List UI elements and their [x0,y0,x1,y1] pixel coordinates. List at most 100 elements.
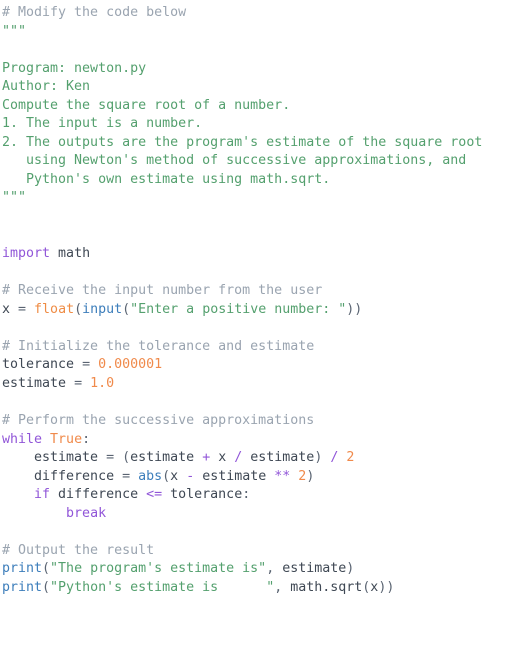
token-string: """ [2,23,27,39]
token-number: 0.000001 [98,357,163,373]
token-punct: = [82,357,91,373]
token-plain: difference [2,468,123,484]
token-punct: ( [162,468,171,484]
code-line[interactable]: # Initialize the tolerance and estimate [0,338,525,357]
token-plain: math.sqrt [282,579,363,595]
code-line[interactable]: """ [0,189,525,208]
code-line[interactable]: while True: [0,431,525,450]
token-keyword: while [2,431,43,447]
token-string: "Enter a positive number: " [130,301,347,317]
token-func: float [34,301,75,317]
token-punct: ( [122,450,131,466]
token-plain: estimate [194,468,275,484]
token-plain: estimate [2,375,75,391]
code-line[interactable]: estimate = (estimate + x / estimate) / 2 [0,449,525,468]
token-builtin: print [2,579,43,595]
code-line[interactable] [0,523,525,542]
token-number: 1.0 [90,375,115,391]
token-keyword: break [66,505,107,521]
token-plain: estimate [2,450,107,466]
token-const: True [50,431,83,447]
token-string: Compute the square root of a number. [2,97,291,113]
token-string: "The program's estimate is" [50,561,267,577]
token-string: 1. The input is a number. [2,116,203,132]
code-line[interactable] [0,227,525,246]
token-string: "Python's estimate is " [50,579,275,595]
code-line[interactable]: difference = abs(x - estimate ** 2) [0,468,525,487]
token-plain: estimate [130,450,203,466]
token-string: Author: Ken [2,79,91,95]
token-punct: : [242,487,251,503]
code-line[interactable] [0,264,525,283]
token-number: 2 [346,450,355,466]
token-plain: estimate [242,450,315,466]
token-string: """ [2,190,27,206]
code-line[interactable]: tolerance = 0.000001 [0,356,525,375]
code-line[interactable]: """ [0,23,525,42]
token-plain: x [210,450,235,466]
code-line[interactable] [0,208,525,227]
code-line[interactable]: print("The program's estimate is", estim… [0,560,525,579]
code-line[interactable]: if difference <= tolerance: [0,486,525,505]
code-line[interactable]: estimate = 1.0 [0,375,525,394]
token-op: - [186,468,195,484]
token-plain: math [50,246,91,262]
token-punct: ( [42,561,51,577]
token-punct: ) [346,561,355,577]
token-op: ** [274,468,291,484]
token-comment: # Initialize the tolerance and estimate [2,338,315,354]
token-op: + [202,450,211,466]
code-line[interactable]: x = float(input("Enter a positive number… [0,301,525,320]
code-line[interactable]: Author: Ken [0,78,525,97]
token-comment: # Perform the successive approximations [2,413,315,429]
token-plain: difference [50,487,147,503]
code-line[interactable]: 2. The outputs are the program's estimat… [0,134,525,153]
token-punct: ) [306,468,315,484]
token-punct: = [18,301,27,317]
token-comment: # Modify the code below [2,5,187,20]
token-builtin: print [2,561,43,577]
code-line[interactable]: import math [0,245,525,264]
token-comment: # Output the result [2,542,155,558]
code-line[interactable]: Compute the square root of a number. [0,97,525,116]
code-line[interactable]: Python's own estimate using math.sqrt. [0,171,525,190]
token-plain: estimate [274,561,347,577]
code-line[interactable]: Program: newton.py [0,60,525,79]
token-plain: tolerance [2,357,83,373]
token-string: 2. The outputs are the program's estimat… [2,134,483,150]
token-builtin: input [82,301,123,317]
token-punct: ( [122,301,131,317]
token-punct: = [74,375,83,391]
code-content[interactable]: # Modify the code below """ Program: newt… [0,4,525,598]
token-punct: : [82,431,91,447]
token-punct: )) [346,301,363,317]
code-line[interactable]: # Receive the input number from the user [0,282,525,301]
code-line[interactable]: 1. The input is a number. [0,115,525,134]
code-line[interactable]: break [0,505,525,524]
code-line[interactable]: # Perform the successive approximations [0,412,525,431]
token-keyword: import [2,246,51,262]
token-string: Python's own estimate using math.sqrt. [2,171,331,187]
token-comment: # Receive the input number from the user [2,283,323,299]
token-punct: = [122,468,131,484]
code-line[interactable]: # Output the result [0,542,525,561]
token-string: using Newton's method of successive appr… [2,153,467,169]
code-line[interactable] [0,41,525,60]
code-line[interactable] [0,319,525,338]
code-line[interactable]: print("Python's estimate is ", math.sqrt… [0,579,525,598]
code-line[interactable] [0,393,525,412]
code-line[interactable]: using Newton's method of successive appr… [0,152,525,171]
code-editor[interactable]: # Modify the code below """ Program: newt… [0,0,525,662]
token-punct: )) [378,579,395,595]
code-line[interactable]: # Modify the code below [0,4,525,23]
token-plain: x [170,468,187,484]
token-plain: x [2,301,19,317]
